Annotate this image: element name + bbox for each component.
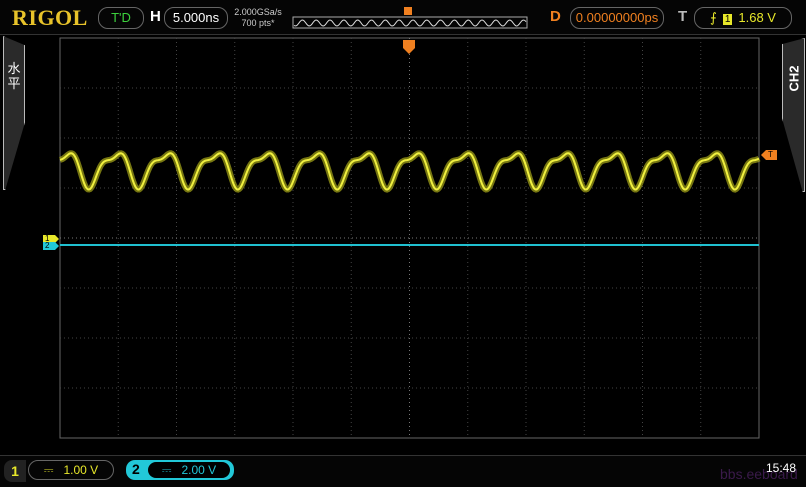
ch1-scale-value: 1.00 V [63, 463, 99, 477]
ch2-marker-label: 2 [45, 241, 50, 250]
dc-coupling-icon: ⎓ [161, 463, 172, 477]
dc-coupling-icon: ⎓ [43, 463, 54, 477]
waveform-display[interactable] [0, 0, 806, 486]
trigger-time-marker[interactable] [403, 40, 415, 54]
ch2-scale: ⎓ 2.00 V [148, 462, 230, 478]
clock: 15:48 [766, 461, 797, 475]
ch2-button[interactable]: 2 ⎓ 2.00 V [126, 460, 234, 480]
trigger-marker-label: T [768, 150, 773, 159]
ch1-scale[interactable]: ⎓ 1.00 V [28, 460, 114, 480]
bottom-status-bar: 1 ⎓ 1.00 V 2 ⎓ 2.00 V bbs.eeboard 15:48 [0, 455, 806, 487]
graticule [60, 38, 759, 438]
ch2-scale-value: 2.00 V [181, 463, 217, 477]
ch2-number: 2 [132, 461, 140, 477]
ch1-button[interactable]: 1 [4, 460, 26, 482]
